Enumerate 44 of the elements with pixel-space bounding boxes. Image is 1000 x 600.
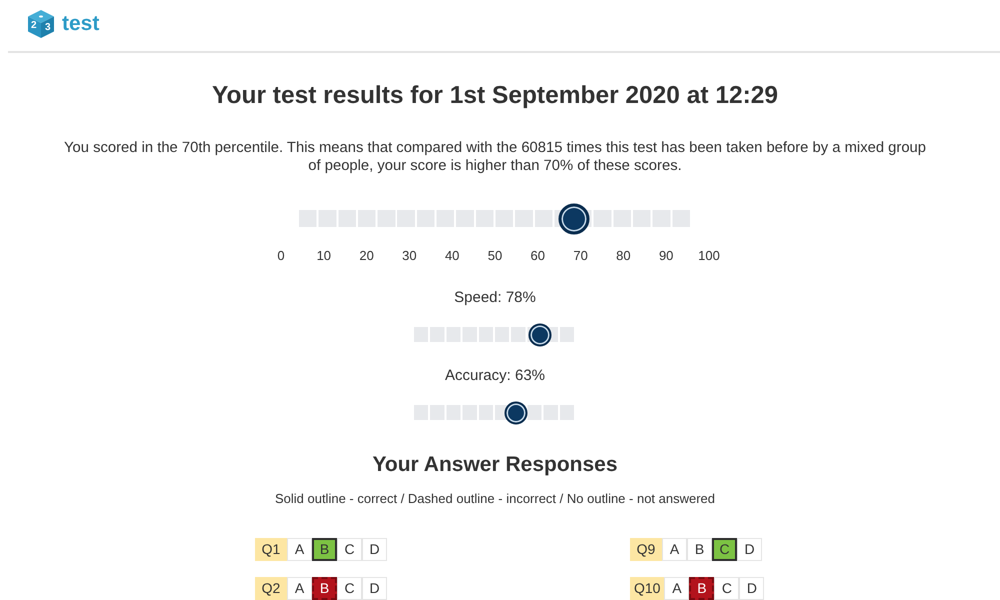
question-label: Q9 <box>630 538 662 561</box>
scale-label: 70 <box>572 247 589 265</box>
scale-label: 60 <box>530 247 546 265</box>
slider-thumb[interactable] <box>528 323 552 346</box>
answer-option: D <box>362 577 387 600</box>
scale-label: 90 <box>658 247 674 265</box>
scale-label: 100 <box>697 247 721 265</box>
answer-option: A <box>287 538 312 561</box>
scale-label: 10 <box>316 247 332 265</box>
answer-option: C <box>712 538 737 561</box>
dice-number: 2 <box>31 20 37 30</box>
answer-option: C <box>337 577 362 600</box>
legend-text: Solid outline - correct / Dashed outline - incorrect / No outline - not answered <box>274 490 716 508</box>
answer-option: B <box>689 577 714 600</box>
answer-option: A <box>287 577 312 600</box>
section-heading: Your Answer Responses <box>372 452 618 478</box>
answer-option: D <box>739 577 764 600</box>
question-label: Q1 <box>255 538 287 561</box>
question-label: Q10 <box>630 577 664 600</box>
answer-option: D <box>362 538 387 561</box>
answer-option: B <box>687 538 712 561</box>
answer-option: A <box>662 538 687 561</box>
answer-option: C <box>714 577 740 600</box>
scale-label: 20 <box>358 247 375 265</box>
answer-option: A <box>664 577 690 600</box>
summary-text: You scored in the 70th percentile. This means that compared with the 60815 times this test has been taken before by a mixed group of people, your score is higher than 70% of these scores. <box>62 139 928 175</box>
score-label: Accuracy: 63% <box>444 367 546 385</box>
logo-text: test <box>62 13 100 34</box>
score-label: Speed: 78% <box>454 289 536 307</box>
answer-option: B <box>312 577 337 600</box>
slider-thumb[interactable] <box>504 401 528 424</box>
scale-label: 50 <box>486 247 504 265</box>
dice-icon <box>27 8 55 38</box>
page-title: Your test results for 1st September 2020 at 12:29 <box>212 81 778 111</box>
slider-thumb[interactable] <box>558 203 590 234</box>
scale-label: 0 <box>276 247 286 265</box>
scale-label: 30 <box>401 247 418 265</box>
answer-option: C <box>337 538 362 561</box>
scale-label: 80 <box>615 247 632 265</box>
answer-option: B <box>312 538 337 561</box>
question-label: Q2 <box>255 577 287 600</box>
scale-label: 40 <box>444 247 460 265</box>
answer-option: D <box>737 538 762 561</box>
dice-number: 3 <box>45 22 51 32</box>
